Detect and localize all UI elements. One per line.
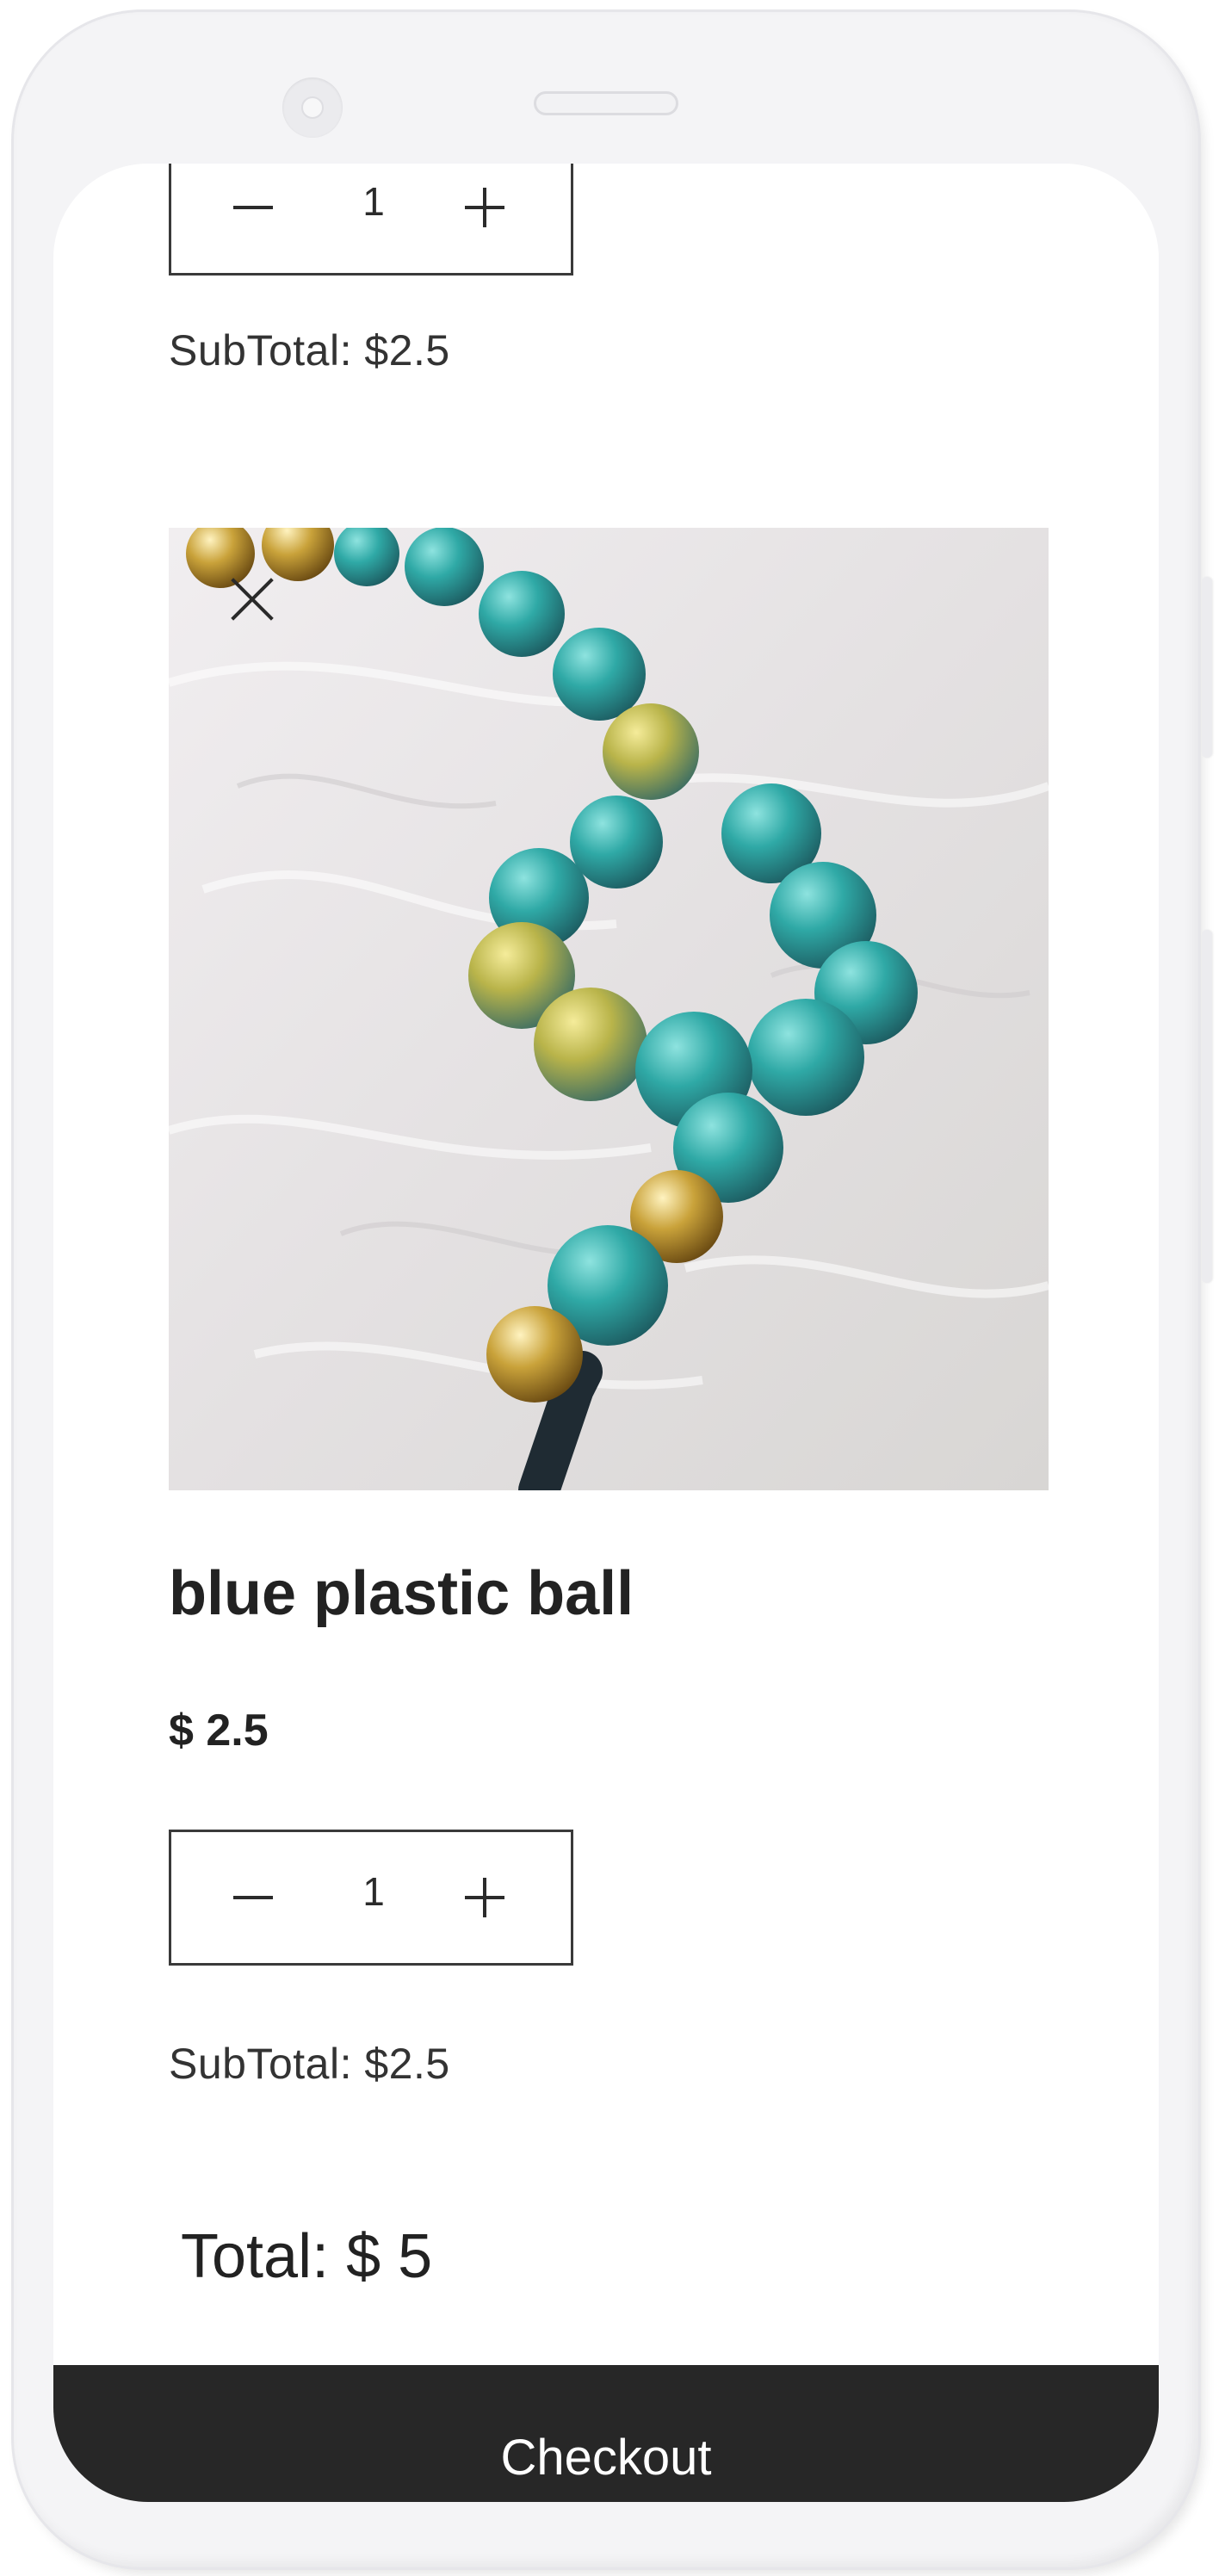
cart-total: Total: $ 5 — [181, 2222, 433, 2291]
item-subtotal: SubTotal: $2.5 — [169, 326, 450, 375]
product-price: $ 2.5 — [169, 1706, 269, 1756]
decrement-button[interactable] — [221, 175, 287, 240]
phone-speaker — [534, 91, 678, 115]
phone-side-button — [1202, 930, 1212, 1283]
phone-side-button — [1202, 577, 1212, 758]
quantity-stepper: 1 — [169, 1830, 573, 1966]
item-subtotal: SubTotal: $2.5 — [169, 2040, 450, 2088]
checkout-button[interactable]: Checkout — [53, 2365, 1159, 2502]
remove-item-button[interactable] — [221, 568, 283, 630]
front-camera — [282, 77, 343, 138]
increment-button[interactable] — [453, 175, 518, 240]
quantity-stepper: 1 — [169, 164, 573, 276]
quantity-value: 1 — [362, 1869, 385, 1914]
product-name: blue plastic ball — [169, 1559, 634, 1628]
product-image — [169, 528, 1049, 1490]
quantity-value: 1 — [362, 179, 385, 224]
app-screen: 1 SubTotal: $2.5 blue plastic ball $ 2.5… — [53, 164, 1159, 2502]
decrement-button[interactable] — [221, 1865, 287, 1930]
increment-button[interactable] — [453, 1865, 518, 1930]
